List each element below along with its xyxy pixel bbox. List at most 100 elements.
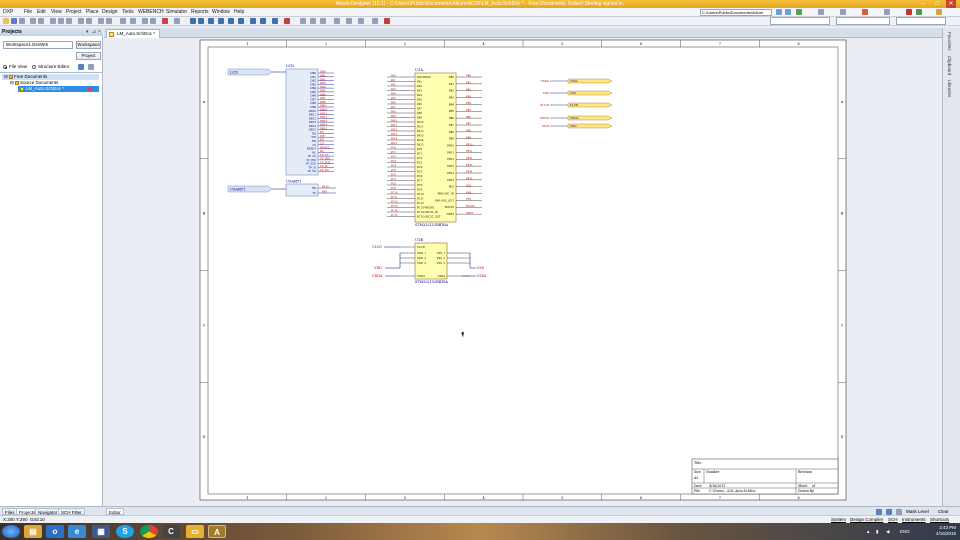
zoom-fit-icon[interactable] <box>30 18 36 24</box>
place-net-label-icon[interactable] <box>208 18 214 24</box>
help-icon[interactable] <box>936 9 942 15</box>
zoom-area-icon[interactable] <box>38 18 44 24</box>
run-icon[interactable] <box>916 9 922 15</box>
place-part-icon[interactable] <box>238 18 244 24</box>
libraries-tab[interactable]: Libraries <box>947 80 952 97</box>
copy-icon[interactable] <box>58 18 64 24</box>
panel-refresh-icon[interactable] <box>78 64 84 70</box>
cross-probe-icon[interactable] <box>120 18 126 24</box>
structure-editor-radio[interactable] <box>32 65 36 69</box>
ie-icon[interactable]: e <box>68 525 86 538</box>
workspace-button[interactable]: Workspace <box>76 41 101 49</box>
outlook-icon[interactable]: o <box>46 525 64 538</box>
menu-tools[interactable]: Tools <box>122 9 134 16</box>
settings-icon[interactable] <box>884 9 890 15</box>
delete-icon[interactable] <box>384 18 390 24</box>
navigator-tab[interactable]: Navigator <box>35 508 61 515</box>
clipboard-tab[interactable]: Clipboard <box>947 56 952 75</box>
bookmark-icon[interactable] <box>906 9 912 15</box>
editor-tab[interactable]: Editor <box>106 508 124 515</box>
panel-menu-icon[interactable]: ▾ <box>86 28 89 36</box>
collapse-icon[interactable]: ⊟ <box>10 80 14 86</box>
place-bus-icon[interactable] <box>198 18 204 24</box>
menu-file[interactable]: File <box>24 9 32 16</box>
workspace-combo[interactable]: Workspace1.DsnWrk <box>3 41 73 49</box>
doc-tab-lm-auto[interactable]: LM_Auto.SchDoc * <box>106 29 161 38</box>
home-icon[interactable] <box>796 9 802 15</box>
mask-level-label[interactable]: Mask Level <box>906 508 929 515</box>
close-button[interactable]: ✕ <box>946 0 956 8</box>
sch-filter-tab[interactable]: SCH Filter <box>58 508 85 515</box>
menu-view[interactable]: View <box>51 9 62 16</box>
menu-webench[interactable]: WEBENCH <box>138 9 164 16</box>
stop-icon[interactable] <box>862 9 868 15</box>
skype-icon[interactable]: S <box>116 525 134 538</box>
project-button[interactable]: Project <box>76 52 101 60</box>
toolbar-combo-a[interactable] <box>770 17 830 25</box>
panel-settings-icon[interactable] <box>88 64 94 70</box>
status-shortcuts[interactable]: Shortcuts <box>930 516 949 523</box>
text-frame-icon[interactable] <box>320 18 326 24</box>
status-sch[interactable]: SCH <box>888 516 898 523</box>
place-power-icon[interactable] <box>228 18 234 24</box>
forward-icon[interactable] <box>785 9 791 15</box>
ports-icon[interactable] <box>358 18 364 24</box>
move-icon[interactable] <box>86 18 92 24</box>
altium-taskbar-icon[interactable]: A <box>208 525 226 538</box>
toolbar-combo-b[interactable] <box>836 17 890 25</box>
tray-arrow-icon[interactable]: ▲ <box>866 529 870 534</box>
favorites-tab[interactable]: Favorites <box>947 32 952 51</box>
drawing-tools-icon[interactable] <box>334 18 340 24</box>
harness-icon[interactable] <box>300 18 306 24</box>
lcd-sheet-symbol[interactable]: LCD DB0 DB0DB1 DB1DB2 DB2DB3 DB3DB4 DB4DB5 DB5… <box>285 64 334 176</box>
menu-edit[interactable]: Edit <box>37 9 46 16</box>
start-orb-icon[interactable] <box>2 525 20 538</box>
compile-icon[interactable] <box>818 9 824 15</box>
filter-icon[interactable] <box>840 9 846 15</box>
menu-place[interactable]: Place <box>86 9 99 16</box>
panel-close-icon[interactable]: × <box>98 28 101 36</box>
status-design-compiler[interactable]: Design Compiler <box>850 516 883 523</box>
document-path-field[interactable]: C:\Users\Public\Documents\Altium <box>700 9 772 16</box>
no-erc-icon[interactable] <box>284 18 290 24</box>
tree-lm-auto-schdoc[interactable]: LM_Auto.SchDoc * <box>18 86 99 92</box>
schematic-sheet[interactable]: 1122334455667788A AB BC CD D Title Size A3 N… <box>104 38 940 506</box>
view-icon[interactable] <box>372 18 378 24</box>
open-folder-icon[interactable] <box>3 18 9 24</box>
menu-window[interactable]: Window <box>212 9 230 16</box>
notes-icon[interactable]: ▭ <box>186 525 204 538</box>
place-sheet-symbol-icon[interactable] <box>250 18 256 24</box>
back-icon[interactable] <box>776 9 782 15</box>
netlist-icon[interactable] <box>150 18 156 24</box>
place-ground-icon[interactable] <box>218 18 224 24</box>
clear-label[interactable]: Clear <box>938 508 949 515</box>
menu-project[interactable]: Project <box>66 9 82 16</box>
menu-design[interactable]: Design <box>102 9 118 16</box>
align-icon[interactable] <box>174 18 180 24</box>
clear-filter-icon[interactable] <box>162 18 168 24</box>
select-icon[interactable] <box>78 18 84 24</box>
annotate-icon[interactable] <box>142 18 148 24</box>
explorer-icon[interactable]: ▤ <box>24 525 42 538</box>
toolbar-combo-c[interactable] <box>896 17 946 25</box>
grids-icon[interactable] <box>346 18 352 24</box>
status-system[interactable]: System <box>831 516 846 523</box>
language-indicator[interactable]: ENG <box>900 529 910 534</box>
undo-icon[interactable] <box>98 18 104 24</box>
paste-icon[interactable] <box>66 18 72 24</box>
redo-icon[interactable] <box>106 18 112 24</box>
menu-simulator[interactable]: Simulator <box>166 9 187 16</box>
network-icon[interactable]: ▮ <box>876 529 878 535</box>
schematic-canvas[interactable]: 1122334455667788AABBCCDD Title Size A3 N… <box>104 38 940 506</box>
menu-reports[interactable]: Reports <box>191 9 209 16</box>
maximize-button[interactable]: □ <box>932 0 942 8</box>
menu-help[interactable]: Help <box>234 9 244 16</box>
place-sheet-entry-icon[interactable] <box>260 18 266 24</box>
menu-dxp[interactable]: DXP <box>3 9 13 16</box>
panel-pin-icon[interactable]: ⊿ <box>92 28 96 36</box>
save-icon[interactable] <box>11 18 17 24</box>
place-port-icon[interactable] <box>272 18 278 24</box>
browse-icon[interactable] <box>130 18 136 24</box>
clock[interactable]: 3:43 PM 4/16/2015 <box>928 525 956 537</box>
directive-icon[interactable] <box>310 18 316 24</box>
